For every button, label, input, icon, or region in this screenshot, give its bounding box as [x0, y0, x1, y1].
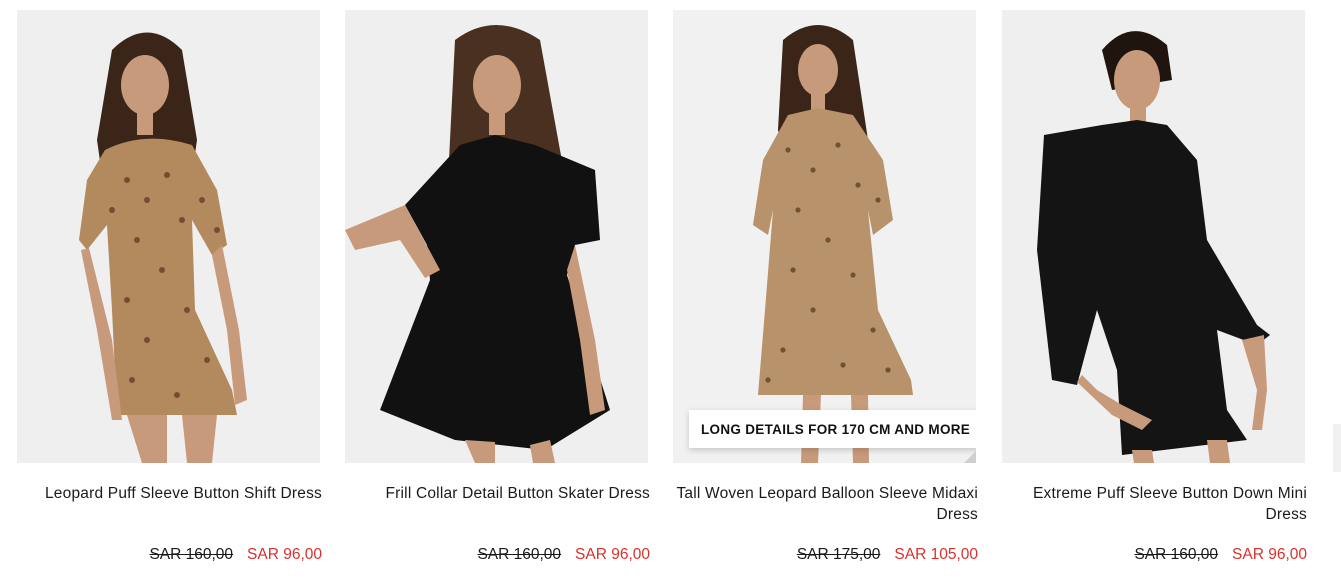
price-row: SAR 175,00 SAR 105,00	[673, 546, 978, 564]
product-card[interactable]: Frill Collar Detail Button Skater Dress …	[345, 10, 650, 580]
product-title[interactable]: Tall Woven Leopard Balloon Sleeve Midaxi…	[673, 483, 978, 525]
sale-price: SAR 96,00	[575, 546, 650, 563]
length-info-badge: LONG DETAILS FOR 170 CM AND MORE	[689, 410, 976, 448]
original-price: SAR 175,00	[796, 546, 881, 563]
original-price: SAR 160,00	[149, 546, 234, 563]
product-image[interactable]	[1002, 10, 1305, 463]
product-grid: Leopard Puff Sleeve Button Shift Dress S…	[0, 0, 1341, 580]
product-image[interactable]: LONG DETAILS FOR 170 CM AND MORE	[673, 10, 976, 463]
price-row: SAR 160,00 SAR 96,00	[1002, 546, 1307, 564]
scroll-arrow-edge[interactable]	[1333, 424, 1341, 472]
sale-price: SAR 96,00	[1232, 546, 1307, 563]
price-row: SAR 160,00 SAR 96,00	[17, 546, 322, 564]
original-price: SAR 160,00	[1134, 546, 1219, 563]
model-photo-black-skater-dress	[345, 10, 648, 463]
product-image[interactable]	[17, 10, 320, 463]
product-image[interactable]	[345, 10, 648, 463]
model-photo-black-puff-sleeve-dress	[1002, 10, 1305, 463]
product-title[interactable]: Extreme Puff Sleeve Button Down Mini Dre…	[1002, 483, 1307, 525]
model-photo-leopard-shift-dress	[17, 10, 320, 463]
product-card[interactable]: LONG DETAILS FOR 170 CM AND MORE Tall Wo…	[673, 10, 978, 580]
model-photo-leopard-midaxi-dress	[673, 10, 976, 463]
original-price: SAR 160,00	[477, 546, 562, 563]
sale-price: SAR 105,00	[894, 546, 978, 563]
sale-price: SAR 96,00	[247, 546, 322, 563]
product-title[interactable]: Frill Collar Detail Button Skater Dress	[345, 483, 650, 504]
badge-corner-fold	[964, 451, 976, 463]
price-row: SAR 160,00 SAR 96,00	[345, 546, 650, 564]
product-title[interactable]: Leopard Puff Sleeve Button Shift Dress	[17, 483, 322, 504]
product-card[interactable]: Leopard Puff Sleeve Button Shift Dress S…	[17, 10, 322, 580]
product-card[interactable]: Extreme Puff Sleeve Button Down Mini Dre…	[1002, 10, 1307, 580]
